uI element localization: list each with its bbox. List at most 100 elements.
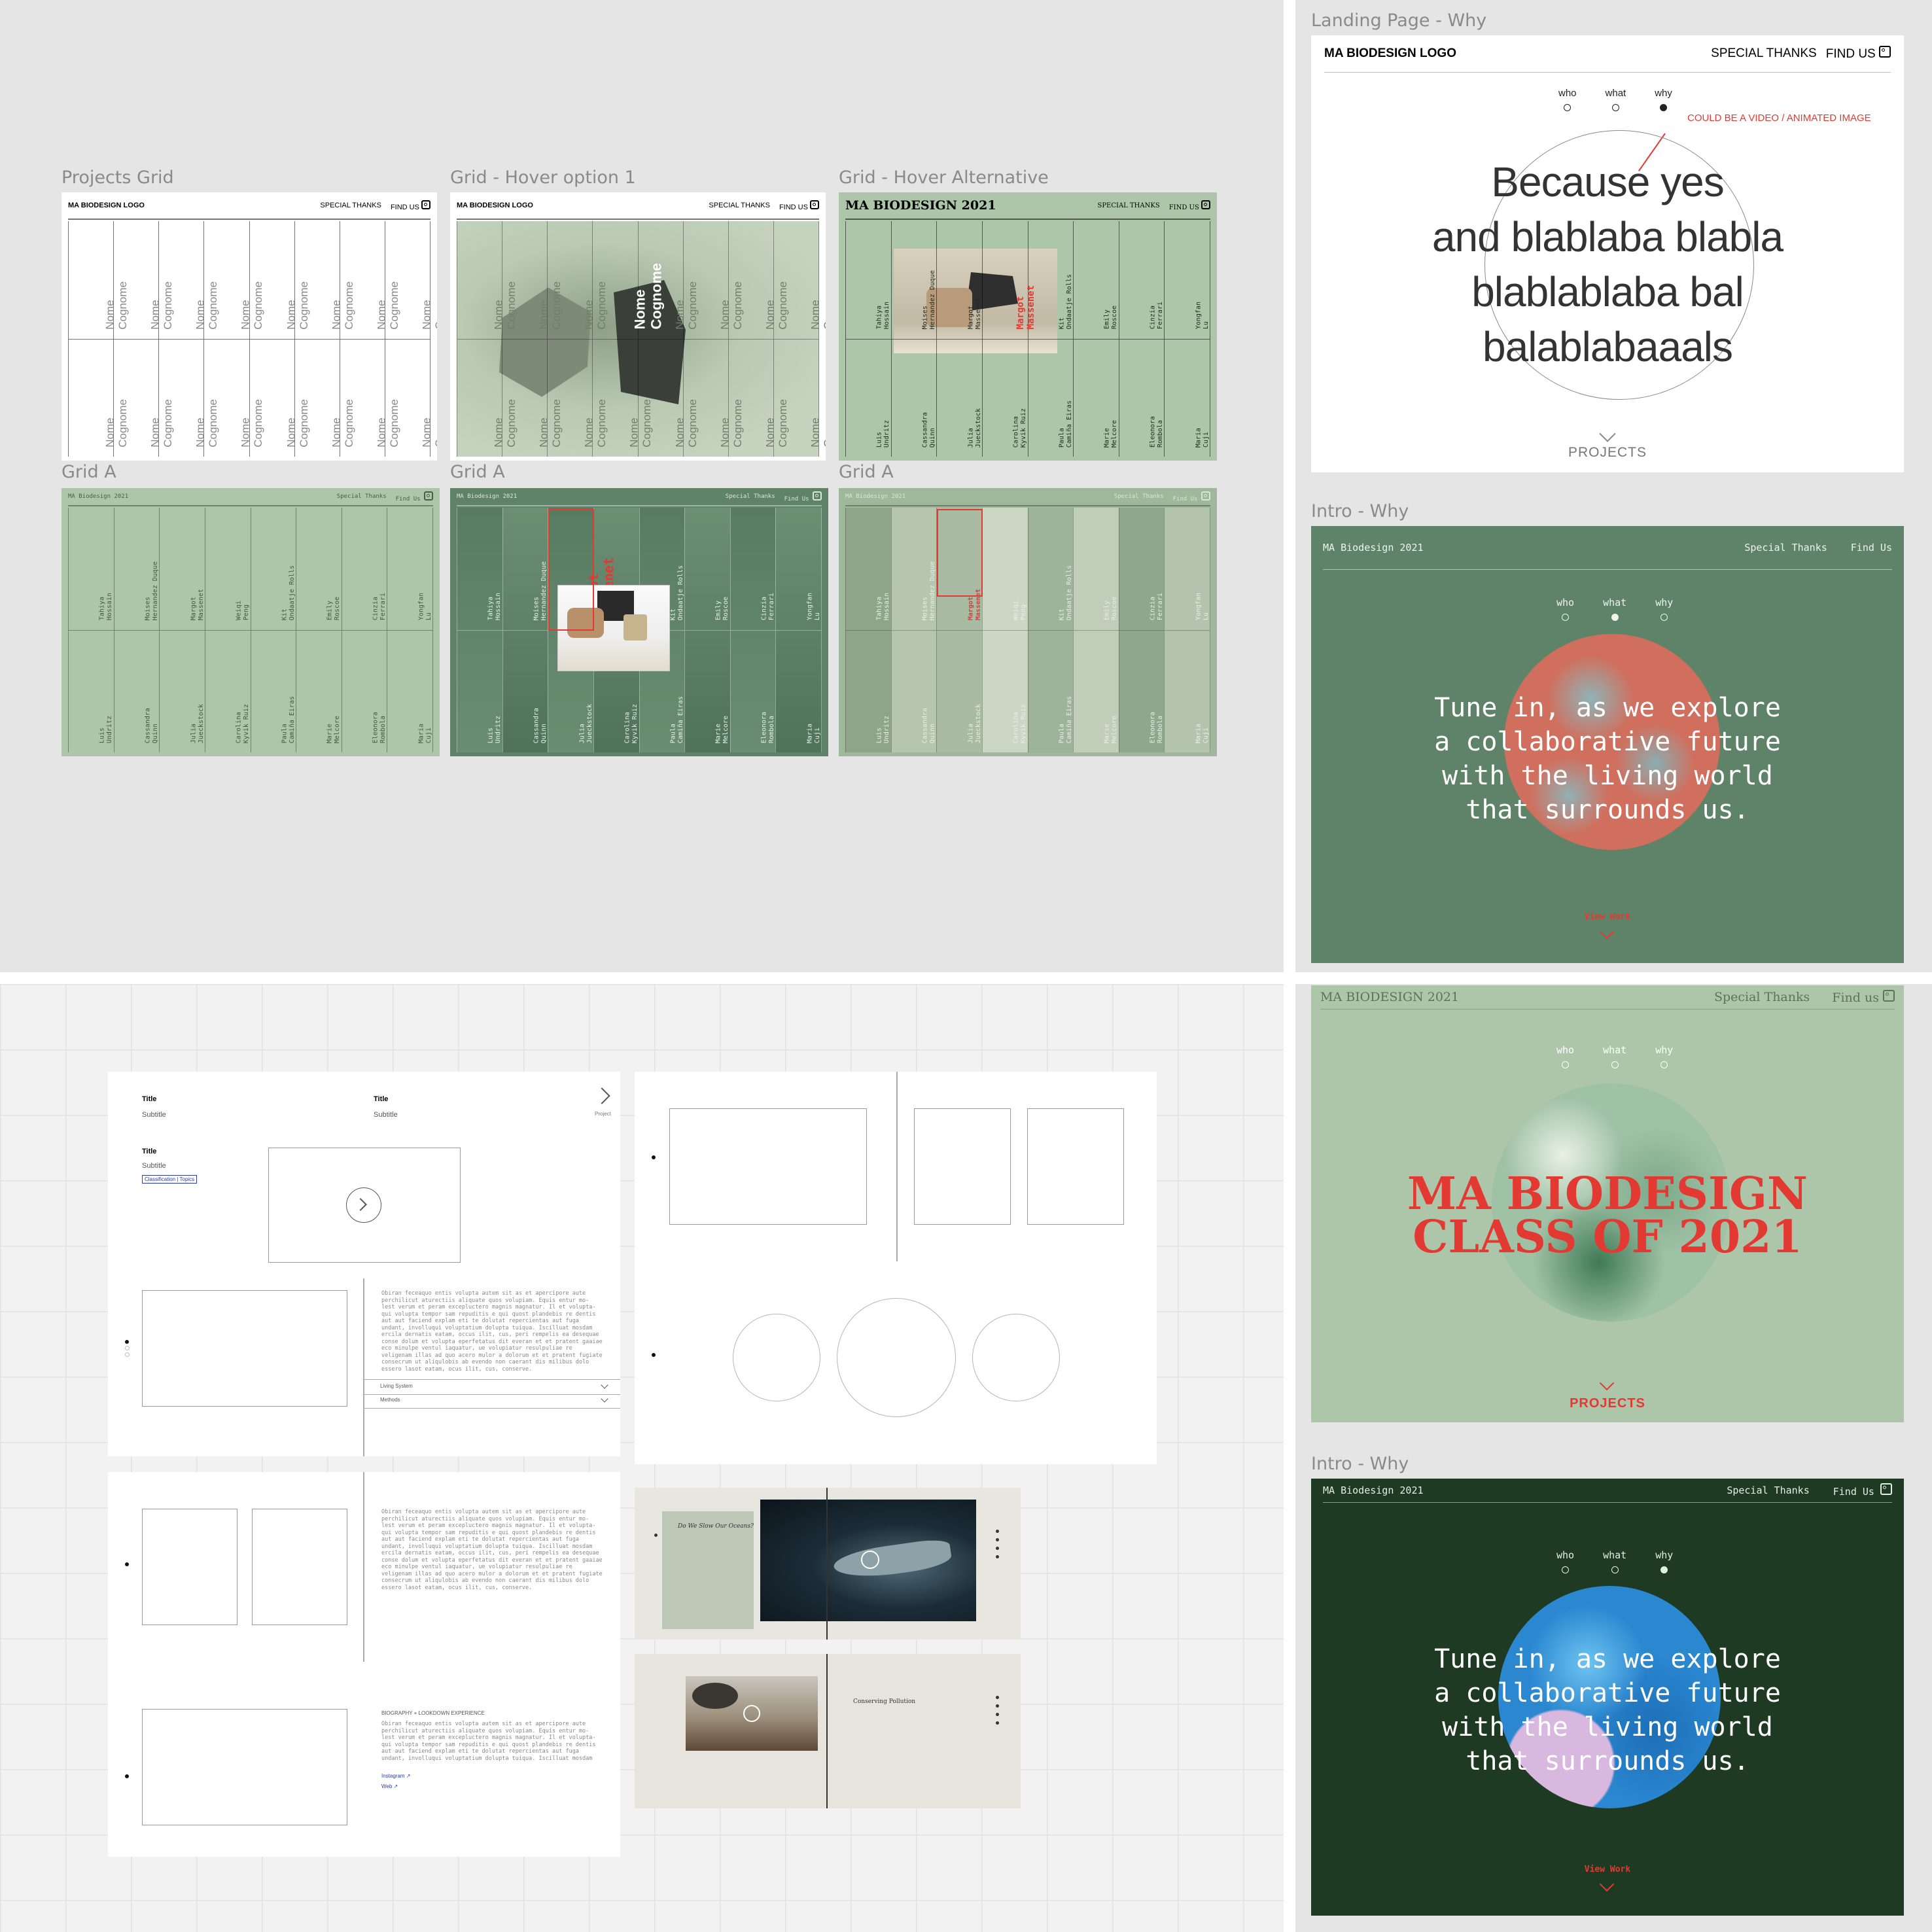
student-cell[interactable]: Nome Cognome xyxy=(69,221,129,340)
logo[interactable]: MA Biodesign 2021 xyxy=(457,493,517,500)
chevron-down-icon[interactable] xyxy=(1599,425,1616,442)
student-cell[interactable]: Nome Cognome xyxy=(340,221,400,340)
student-cell[interactable]: Maria Cuji xyxy=(387,631,432,753)
student-cell[interactable]: Cinzia Ferrari xyxy=(1119,508,1165,631)
student-cell[interactable]: Nome Cognome xyxy=(684,340,744,457)
accordion-methods[interactable]: Methods xyxy=(363,1394,620,1409)
web-link[interactable]: Web ↗ xyxy=(381,1783,398,1789)
student-cell[interactable]: Cinzia Ferrari xyxy=(1119,221,1165,340)
scroll-indicator[interactable] xyxy=(125,1340,130,1357)
student-cell[interactable]: Nome Cognome xyxy=(457,221,518,340)
student-cell[interactable]: Eleonora Rombola xyxy=(1119,631,1165,753)
student-cell[interactable]: Moises Hernandez Duque xyxy=(114,508,160,631)
scroll-indicator[interactable] xyxy=(652,1155,656,1171)
student-cell[interactable]: Emily Roscoe xyxy=(685,508,730,631)
logo[interactable]: MA BIODESIGN 2021 xyxy=(1320,990,1459,1004)
student-cell[interactable]: Moises Hernandez Duque xyxy=(891,508,937,631)
special-thanks-link[interactable]: Special Thanks xyxy=(1714,990,1810,1004)
student-cell[interactable]: Marie Melcore xyxy=(685,631,730,753)
student-cell[interactable]: Luis Undritz xyxy=(846,340,891,457)
student-cell[interactable]: Moises Hernandez Duque xyxy=(891,221,937,340)
student-cell[interactable]: Kit Ondaatje Rolls xyxy=(1028,508,1074,631)
student-cell[interactable]: Cassandra Quinn xyxy=(114,631,160,753)
find-us-link[interactable]: FIND US xyxy=(1169,200,1210,211)
student-cell[interactable]: Maria Cuji xyxy=(1165,340,1210,457)
student-cell[interactable]: Nome Cognome xyxy=(502,221,563,340)
nav-dot-who[interactable]: who xyxy=(1556,1044,1574,1068)
student-cell[interactable]: Nome Cognome xyxy=(548,221,608,340)
student-cell[interactable]: Emily Roscoe xyxy=(296,508,342,631)
student-cell[interactable]: Luis Undritz xyxy=(846,631,891,753)
artboard-grid-a-1[interactable]: MA Biodesign 2021 Special Thanks Find Us … xyxy=(61,488,440,756)
shark-video[interactable] xyxy=(760,1500,976,1621)
play-button-icon[interactable] xyxy=(346,1187,381,1223)
frame-label-grid-hover-1[interactable]: Grid - Hover option 1 xyxy=(450,167,636,188)
student-cell[interactable]: Nome Cognome xyxy=(774,340,826,457)
student-cell[interactable]: Nome Cognome xyxy=(159,340,220,457)
wf-project-label[interactable]: Project xyxy=(595,1111,611,1117)
student-cell[interactable]: Nome Cognome xyxy=(159,221,219,340)
artboard-intro-why-dark[interactable]: MA Biodesign 2021 Special Thanks Find Us … xyxy=(1311,1479,1904,1916)
nav-dot-why[interactable]: why xyxy=(1655,1549,1673,1573)
student-cell[interactable]: Nome Cognome xyxy=(385,221,437,340)
nav-dot-who[interactable]: who xyxy=(1556,597,1574,621)
student-cell[interactable]: Nome Cognome xyxy=(69,340,130,457)
student-cell[interactable]: Nome Cognome xyxy=(502,340,563,457)
student-cell[interactable]: Nome Cognome xyxy=(340,340,400,457)
find-us-link[interactable]: Find Us xyxy=(1173,491,1210,502)
frame-label-grid-hover-alt[interactable]: Grid - Hover Alternative xyxy=(839,167,1049,188)
student-cell[interactable]: Julia Jueckstock xyxy=(937,631,982,753)
student-cell[interactable]: Weiqi Peng xyxy=(205,508,251,631)
scroll-indicator[interactable] xyxy=(654,1534,658,1537)
pollution-image[interactable] xyxy=(686,1676,818,1751)
artboard-intro-why-mid[interactable]: MA Biodesign 2021 Special Thanks Find Us … xyxy=(1311,526,1904,963)
logo[interactable]: MA Biodesign 2021 xyxy=(1323,542,1424,553)
student-cell[interactable]: Cassandra Quinn xyxy=(503,631,548,753)
scroll-indicator[interactable] xyxy=(125,1562,129,1566)
student-cell[interactable]: Carolina Kyvik Ruiz xyxy=(205,631,251,753)
student-cell[interactable]: Moises Hernandez Duque xyxy=(502,508,548,631)
student-cell[interactable]: Kit Ondaatje Rolls xyxy=(251,508,296,631)
nav-dot-why[interactable]: why xyxy=(1655,597,1673,621)
student-cell[interactable]: Luis Undritz xyxy=(457,631,502,753)
student-cell[interactable]: Nome Cognome xyxy=(114,340,175,457)
project-mockup-pollution[interactable]: Conserving Pollution xyxy=(635,1654,1021,1808)
find-us-link[interactable]: FIND US xyxy=(391,200,430,211)
student-cell[interactable]: Margot Massenet xyxy=(937,221,982,340)
projects-link[interactable]: PROJECTS xyxy=(1311,445,1904,461)
artboard-grid-a-2[interactable]: MA Biodesign 2021 Special Thanks Find Us … xyxy=(450,488,828,756)
student-cell[interactable]: Margot Massenet xyxy=(160,508,205,631)
frame-label-grid-a[interactable]: Grid A xyxy=(450,462,505,482)
frame-label-intro-why[interactable]: Intro - Why xyxy=(1311,1454,1409,1474)
student-cell[interactable]: Maria Cuji xyxy=(1165,631,1210,753)
student-cell[interactable]: Nome Cognome xyxy=(295,340,355,457)
logo[interactable]: MA BIODESIGN LOGO xyxy=(68,202,145,209)
student-cell[interactable]: Eleonora Rombola xyxy=(731,631,776,753)
project-mockup-ocean[interactable]: Do We Slow Our Oceans? xyxy=(635,1488,1021,1640)
student-cell[interactable]: Marie Melcore xyxy=(1074,340,1119,457)
artboard-projects-grid[interactable]: MA BIODESIGN LOGO SPECIAL THANKS FIND US … xyxy=(61,192,437,461)
chevron-right-icon[interactable] xyxy=(593,1087,610,1104)
find-us-link[interactable]: Find Us xyxy=(1851,542,1892,553)
logo[interactable]: MA Biodesign 2021 xyxy=(1323,1484,1424,1496)
student-cell[interactable]: Nome Cognome xyxy=(457,340,518,457)
chevron-down-icon[interactable] xyxy=(1599,1876,1615,1892)
frame-label-projects-grid[interactable]: Projects Grid xyxy=(61,167,174,188)
student-cell[interactable]: Emily Roscoe xyxy=(1074,221,1119,340)
nav-dot-what[interactable]: what xyxy=(1603,597,1626,621)
share-icons[interactable] xyxy=(996,1530,1000,1558)
find-us-link[interactable]: FIND US xyxy=(1826,46,1891,61)
accordion-living-system[interactable]: Living System xyxy=(363,1379,620,1395)
special-thanks-link[interactable]: SPECIAL THANKS xyxy=(1097,202,1159,209)
student-cell[interactable]: Tahiya Hossain xyxy=(69,508,114,631)
student-cell[interactable]: Tahiya Hossain xyxy=(846,221,891,340)
student-cell[interactable]: Cassandra Quinn xyxy=(892,631,937,753)
frame-label-grid-a[interactable]: Grid A xyxy=(839,462,894,482)
student-cell[interactable]: Paula Camiña Eiras xyxy=(1028,631,1074,753)
logo[interactable]: MA BIODESIGN LOGO xyxy=(457,202,533,209)
special-thanks-link[interactable]: SPECIAL THANKS xyxy=(709,202,770,209)
find-us-link[interactable]: Find Us xyxy=(1833,1483,1892,1498)
student-cell[interactable]: Nome Cognome xyxy=(204,340,265,457)
student-cell[interactable]: Nome Cognome xyxy=(593,221,665,340)
student-cell[interactable]: Julia Jueckstock xyxy=(937,340,982,457)
